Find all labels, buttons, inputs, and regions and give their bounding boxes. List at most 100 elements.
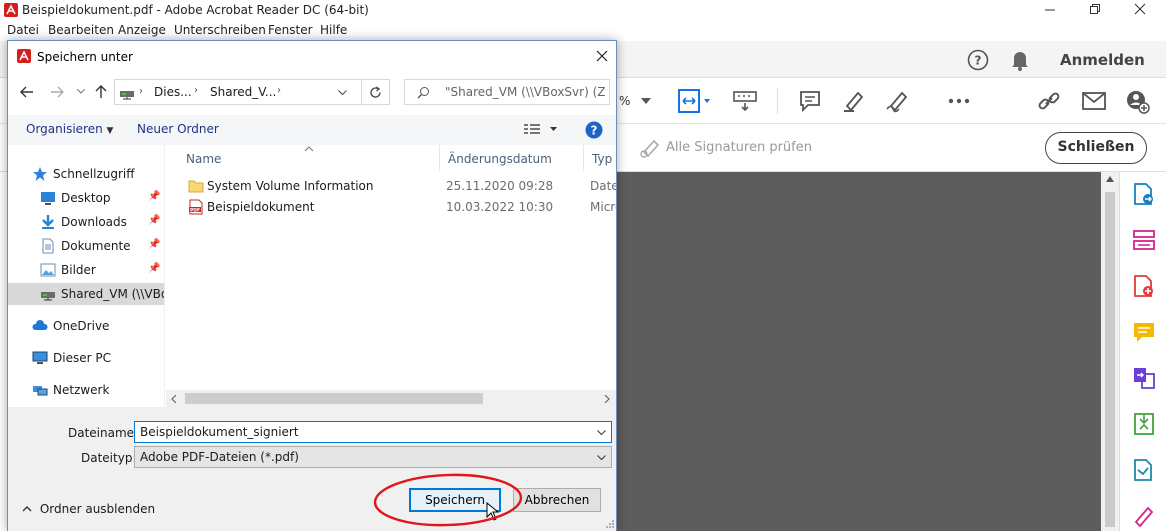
filename-value: Beispieldokument_signiert [140,425,299,439]
highlight-icon[interactable] [842,89,866,113]
nav-item-shared-vm[interactable]: Shared_VM (\\VBox [8,283,164,305]
scroll-thumb[interactable] [185,393,483,404]
column-name-label: Name [186,152,222,166]
svg-text:?: ? [591,124,598,138]
export-pdf-icon[interactable] [1132,182,1156,206]
recent-dropdown-icon[interactable] [77,89,85,94]
nav-item-desktop[interactable]: Desktop 📌 [8,187,164,209]
combine-files-icon[interactable] [1132,366,1156,390]
up-arrow-icon[interactable] [95,85,107,99]
nav-item-documents[interactable]: Dokumente 📌 [8,235,164,257]
close-signature-button[interactable]: Schließen [1045,132,1147,164]
folder-icon [188,178,204,194]
forward-arrow-icon[interactable] [50,86,64,98]
nav-label: Schnellzugriff [53,167,135,181]
view-options-icon[interactable] [524,123,558,135]
filetype-select[interactable]: Adobe PDF-Dateien (*.pdf) [134,446,612,468]
menu-bearbeiten[interactable]: Bearbeiten [48,23,114,37]
nav-this-pc[interactable]: Dieser PC [8,347,164,369]
organize-button[interactable]: Organisieren ▼ [26,122,113,136]
new-folder-button[interactable]: Neuer Ordner [137,122,219,136]
scroll-up-icon[interactable] [1106,176,1114,182]
zoom-dropdown-icon[interactable] [641,98,651,104]
sign-in-link[interactable]: Anmelden [1060,51,1145,69]
menu-hilfe[interactable]: Hilfe [320,23,347,37]
create-pdf-icon[interactable] [1132,274,1156,298]
file-row[interactable]: PDF Beispieldokument 10.03.2022 10:30 Mi… [166,197,616,218]
bell-icon[interactable] [1010,49,1030,71]
filetype-value: Adobe PDF-Dateien (*.pdf) [140,450,299,464]
file-list-horizontal-scrollbar[interactable] [166,390,616,407]
menu-bar: Datei Bearbeiten Anzeige Unterschreiben … [0,20,1166,41]
scroll-right-icon[interactable] [604,395,610,403]
scroll-left-icon[interactable] [171,395,177,403]
compress-pdf-icon[interactable] [1132,412,1156,436]
minimize-icon[interactable] [1044,4,1056,16]
menu-anzeige[interactable]: Anzeige [118,23,166,37]
nav-label: Dokumente [61,239,131,253]
menu-fenster[interactable]: Fenster [268,23,313,37]
refresh-button[interactable] [362,79,390,105]
dialog-close-icon[interactable] [596,50,608,62]
restore-icon[interactable] [1089,3,1101,15]
nav-item-downloads[interactable]: Downloads 📌 [8,211,164,233]
file-row[interactable]: System Volume Information 25.11.2020 09:… [166,176,616,197]
file-list: Name Änderungsdatum Typ System Volume In… [166,145,616,407]
breadcrumb-sep-icon: › [277,85,281,96]
acrobat-logo-icon [4,3,18,17]
search-box[interactable]: "Shared_VM (\\VBoxSvr) (Z:)... [404,79,610,105]
address-dropdown-icon[interactable] [338,90,347,96]
help-icon[interactable]: ? [585,121,603,139]
close-window-icon[interactable] [1134,3,1146,15]
mail-icon[interactable] [1082,92,1106,110]
more-tools-icon[interactable] [948,98,970,104]
add-user-icon[interactable] [1126,90,1150,114]
document-vertical-scrollbar[interactable] [1101,172,1119,531]
column-modified-label: Änderungsdatum [448,152,552,166]
nav-onedrive[interactable]: OneDrive [8,315,164,337]
address-bar[interactable]: › Dies... › Shared_V... › [114,79,362,105]
computer-icon [32,350,48,366]
organize-pages-icon[interactable] [1132,228,1156,252]
sign-pen-icon[interactable] [885,89,911,113]
pictures-icon [40,262,56,278]
comment-icon[interactable] [799,90,821,112]
hide-folders-toggle[interactable]: Ordner ausblenden [22,501,155,516]
pin-icon: 📌 [148,263,161,274]
organize-label: Organisieren [26,122,103,136]
menu-datei[interactable]: Datei [7,23,39,37]
nav-label: Netzwerk [53,383,110,397]
filetype-dropdown-icon[interactable] [597,455,606,461]
network-icon [32,382,48,398]
close-signature-label: Schließen [1057,139,1135,155]
nav-label: OneDrive [53,319,110,333]
filename-dropdown-icon[interactable] [597,430,606,436]
breadcrumb-shared-vm[interactable]: Shared_V... [210,85,276,99]
cancel-button[interactable]: Abbrechen [513,488,601,512]
nav-network[interactable]: Netzwerk [8,379,164,401]
filename-input[interactable]: Beispieldokument_signiert [134,421,612,443]
breadcrumb-this-pc[interactable]: Dies... [154,85,192,99]
share-link-icon[interactable] [1037,89,1063,113]
file-type: Datei [590,179,616,193]
nav-quick-access[interactable]: Schnellzugriff [8,163,164,185]
verify-signatures-label[interactable]: Alle Signaturen prüfen [666,140,812,155]
nav-item-pictures[interactable]: Bilder 📌 [8,259,164,281]
comment-tool-icon[interactable] [1132,320,1156,344]
resize-grip-icon[interactable] [605,519,615,529]
back-arrow-icon[interactable] [20,86,34,98]
file-type: Micro [590,200,616,214]
help-icon[interactable]: ? [967,49,989,71]
scroll-thumb[interactable] [1105,192,1115,527]
column-header-name[interactable]: Name [166,145,440,171]
downloads-icon [40,214,56,230]
fit-page-icon[interactable] [677,88,713,114]
keyboard-icon[interactable] [733,90,757,112]
column-header-modified[interactable]: Änderungsdatum [440,145,584,171]
file-name: System Volume Information [207,179,374,193]
convert-pdf-icon[interactable] [1132,458,1156,482]
column-header-type[interactable]: Typ [584,145,616,171]
fill-sign-icon[interactable] [1132,504,1156,528]
menu-unterschreiben[interactable]: Unterschreiben [174,23,266,37]
nav-label: Desktop [61,191,111,205]
